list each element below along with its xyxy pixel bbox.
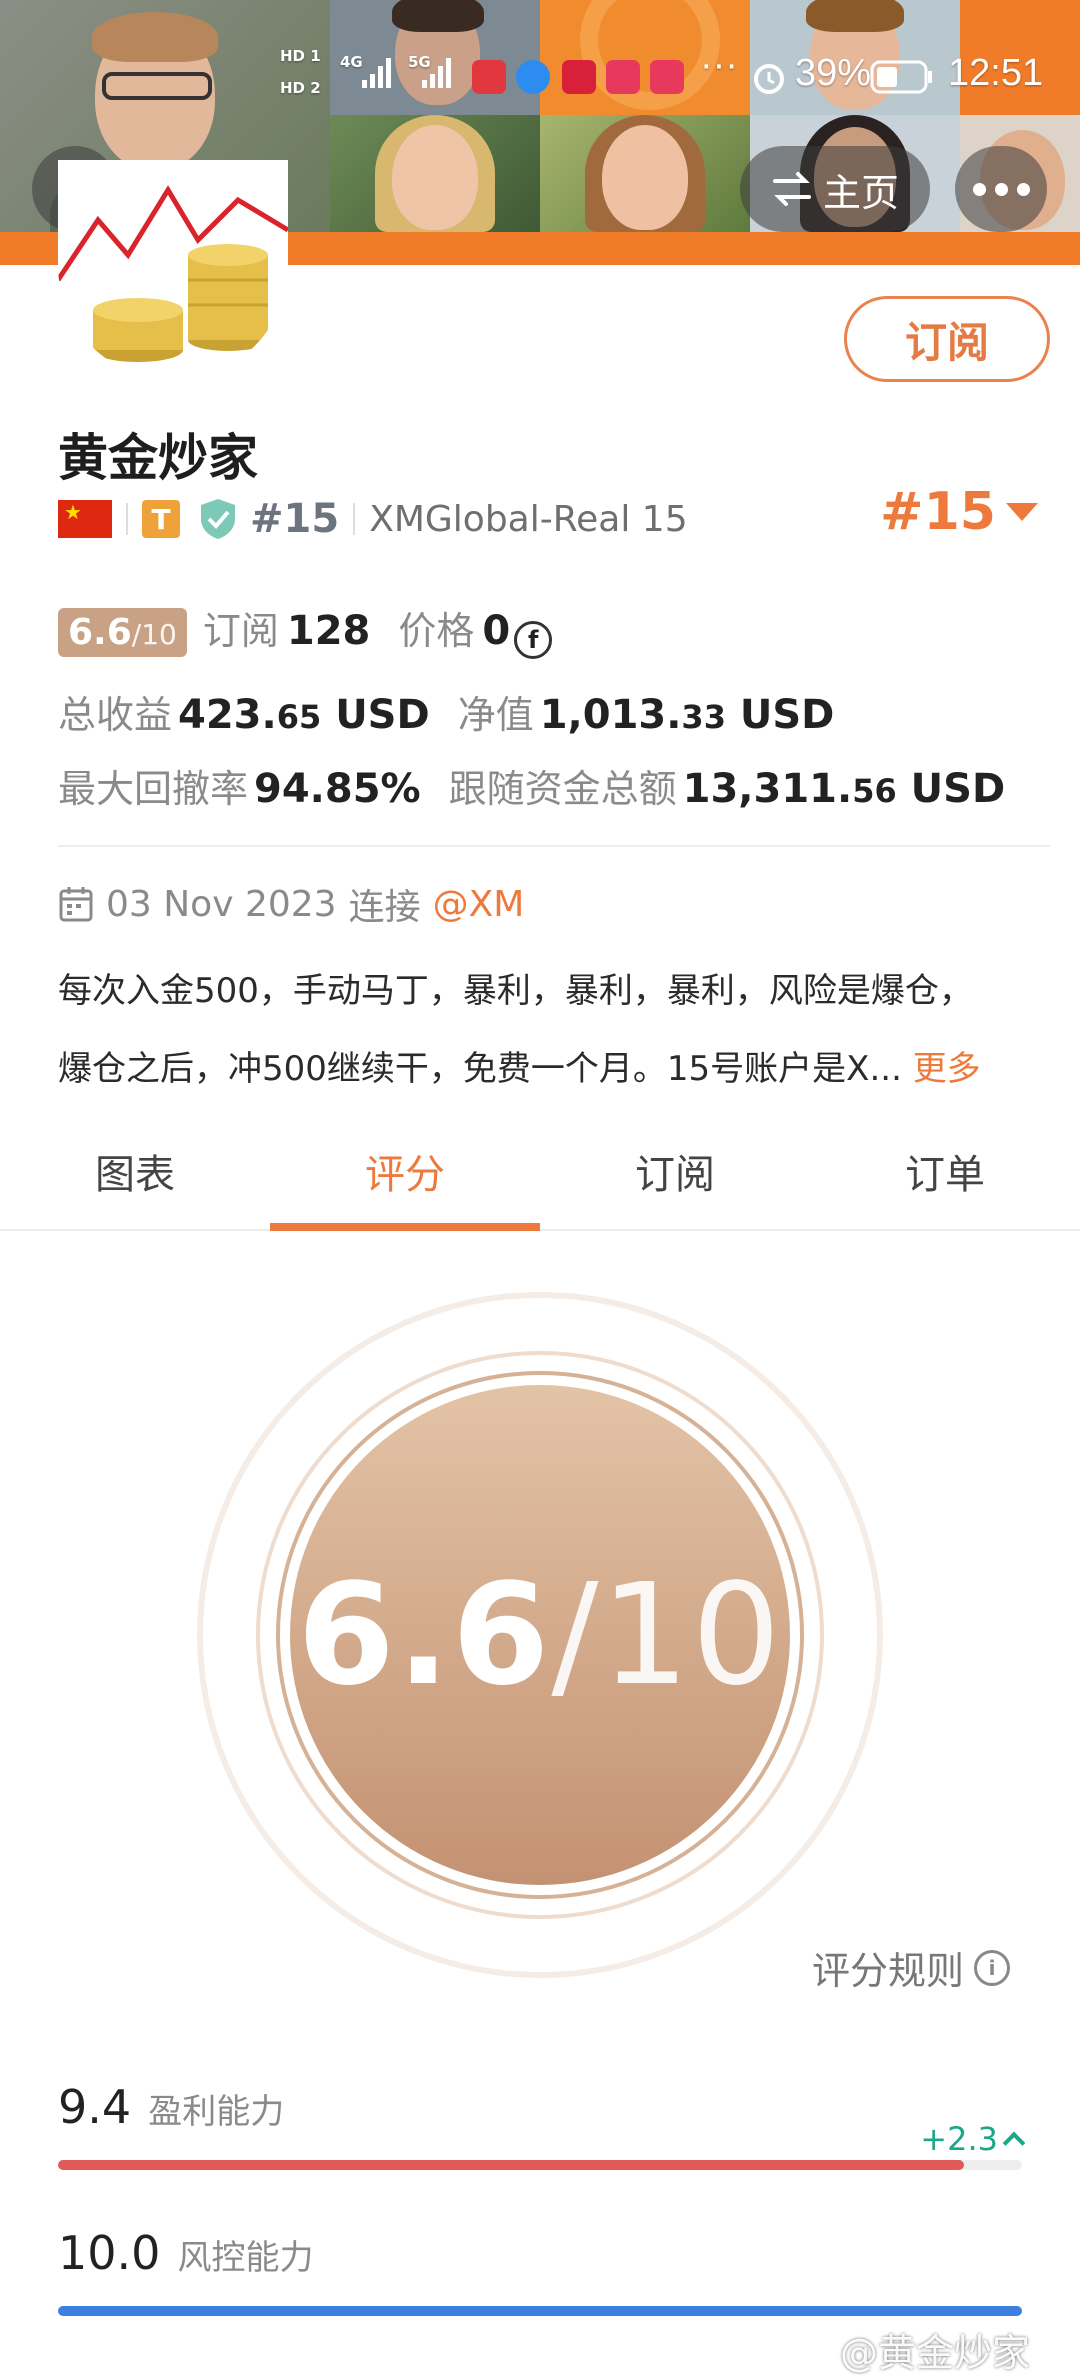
swap-icon (772, 172, 811, 206)
more-link[interactable]: 更多 (913, 1049, 981, 1089)
metric-risk-control: 10.0 风控能力 (58, 2226, 1022, 2316)
metric-delta: +2.3 (920, 2120, 1026, 2158)
connect-label: 连接 (348, 887, 421, 928)
rank-value: #15 (880, 482, 996, 542)
progress-track (58, 2306, 1022, 2316)
trader-name: 黄金炒家 (58, 429, 258, 487)
notification-icon-bank (472, 60, 506, 94)
price-value: 0 (482, 608, 511, 654)
tab-orders[interactable]: 订单 (810, 1135, 1080, 1229)
rank-dropdown[interactable]: #15 (880, 482, 1038, 542)
dot-icon (972, 182, 986, 196)
metric-value: 10.0 (58, 2226, 161, 2280)
more-options-button[interactable] (955, 146, 1047, 232)
status-bar: HD 1 HD 2 4G 5G ··· 39% 12:51 (0, 40, 1080, 110)
signal-icon-1 (362, 58, 391, 88)
divider (58, 845, 1050, 847)
price-label: 价格 (398, 609, 475, 653)
banner-photo-6 (540, 115, 750, 232)
profit-value: 423.65 USD (178, 692, 430, 738)
metric-value: 9.4 (58, 2080, 132, 2134)
metric-profitability: 9.4 盈利能力 +2.3 (58, 2080, 1026, 2170)
score-value: 6.6/10 (297, 1553, 783, 1717)
currency-coin-icon: f (514, 621, 553, 659)
sim1-indicator: HD 1 (280, 47, 321, 65)
subs-value: 128 (286, 608, 371, 654)
home-button[interactable]: 主页 (740, 146, 930, 232)
subs-label: 订阅 (202, 609, 279, 653)
metric-name: 盈利能力 (148, 2092, 285, 2132)
caret-down-icon (1005, 503, 1038, 521)
score-chip: 6.6/10 (58, 608, 187, 657)
calendar-icon (59, 887, 93, 922)
description: 每次入金500，手动马丁，暴利，暴利，暴利，风险是爆仓， 爆仓之后，冲500继续… (58, 952, 1038, 1108)
dot-icon (994, 182, 1008, 196)
battery-icon (870, 60, 932, 94)
stats-row-2: 总收益 423.65 USD 净值 1,013.33 USD (58, 684, 834, 739)
chevron-up-icon (1002, 2131, 1026, 2155)
tab-rating[interactable]: 评分 (270, 1135, 540, 1231)
dot-icon (1016, 182, 1030, 196)
equity-value: 1,013.33 USD (539, 692, 835, 738)
progress-fill (58, 2160, 965, 2170)
progress-fill (58, 2306, 1022, 2316)
subscribe-button[interactable]: 订阅 (844, 296, 1050, 382)
follow-funds-value: 13,311.56 USD (682, 766, 1006, 812)
info-icon: i (974, 1949, 1011, 1986)
rank-label: #15 (250, 496, 340, 542)
connect-date: 03 Nov 2023 (106, 883, 337, 925)
rating-rules-link[interactable]: 评分规则 i (812, 1940, 1011, 1995)
signal-icon-2 (422, 58, 451, 88)
avatar (58, 160, 288, 380)
tier-badge: T (142, 500, 180, 538)
china-flag-icon (58, 500, 112, 538)
tab-chart[interactable]: 图表 (0, 1135, 270, 1229)
follow-funds-label: 跟随资金总额 (448, 767, 677, 811)
watermark: @黄金炒家 (840, 2331, 1031, 2375)
drawdown-value: 94.85% (254, 766, 421, 812)
notification-icon-app3 (650, 60, 684, 94)
battery-percent: 39% (795, 52, 872, 94)
broker-link[interactable]: @XM (433, 884, 525, 925)
tab-bar: 图表 评分 订阅 订单 (0, 1135, 1080, 1231)
divider (126, 503, 128, 535)
more-notifications-icon: ··· (700, 44, 738, 86)
score-dial: 6.6/10 (195, 1290, 885, 1980)
banner-photo-5 (330, 115, 540, 232)
description-line: 每次入金500，手动马丁，暴利，暴利，暴利，风险是爆仓， (58, 971, 973, 1011)
tab-subscribe[interactable]: 订阅 (540, 1135, 810, 1229)
home-label: 主页 (822, 170, 899, 215)
server-name: XMGlobal-Real 15 (369, 498, 688, 540)
description-line: 爆仓之后，冲500继续干，免费一个月。15号账户是X... 更多 (58, 1049, 981, 1089)
notification-icon-app (562, 60, 596, 94)
profit-label: 总收益 (58, 693, 173, 737)
verified-shield-icon (201, 499, 235, 539)
sim2-indicator: HD 2 (280, 79, 321, 97)
stats-row-3: 最大回撤率 94.85% 跟随资金总额 13,311.56 USD (58, 758, 1005, 813)
notification-icon-cloud (516, 60, 550, 94)
drawdown-label: 最大回撤率 (58, 767, 249, 811)
metric-name: 风控能力 (177, 2238, 314, 2278)
equity-label: 净值 (457, 693, 534, 737)
notification-icon-app2 (606, 60, 640, 94)
stats-row-1: 6.6/10 订阅 128 价格 0 f (58, 600, 553, 659)
progress-track (58, 2160, 1022, 2170)
connection-info: 03 Nov 2023 连接 @XM (58, 878, 524, 930)
alarm-icon (754, 64, 784, 94)
divider (353, 503, 356, 535)
clock: 12:51 (948, 52, 1044, 94)
rules-label: 评分规则 (812, 1949, 965, 1993)
badge-row: T #15 XMGlobal-Real 15 (58, 494, 688, 544)
